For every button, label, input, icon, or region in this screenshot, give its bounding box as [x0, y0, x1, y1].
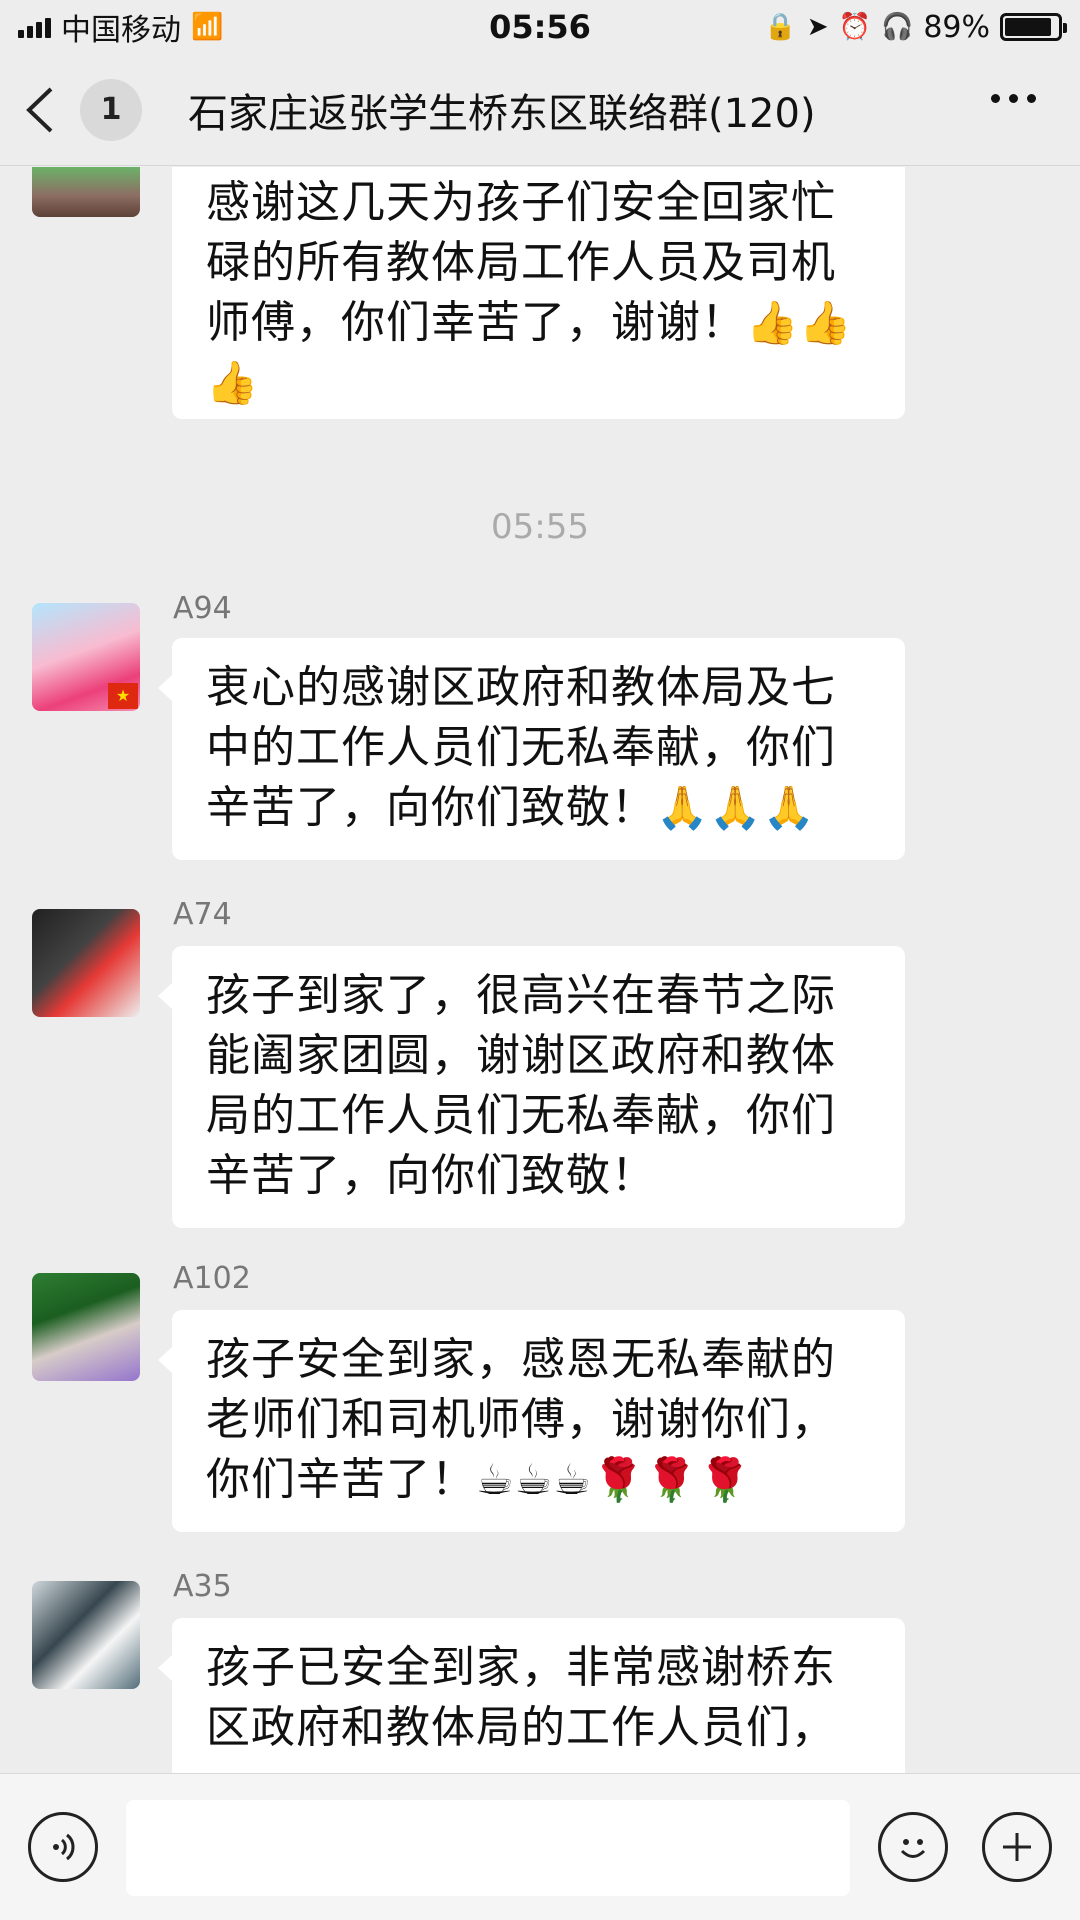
message-text: 孩子到家了，很高兴在春节之际能阖家团圆，谢谢区政府和教体局的工作人员们无私奉献，…	[206, 970, 836, 1201]
more-options-button[interactable]	[991, 94, 1036, 103]
battery-fill	[1005, 18, 1052, 36]
avatar[interactable]	[32, 909, 140, 1017]
folded-hands-icon: 🙏🙏🙏	[656, 783, 816, 832]
dot-icon	[991, 94, 1000, 103]
voice-icon	[53, 1833, 75, 1861]
headphones-icon: 🎧	[880, 12, 914, 42]
coffee-rose-icon: ☕☕☕🌹🌹🌹	[476, 1455, 752, 1504]
chat-header: 1 石家庄返张学生桥东区联络群(120)	[0, 54, 1080, 166]
plus-button[interactable]	[982, 1812, 1052, 1882]
message-bubble[interactable]: 孩子到家了，很高兴在春节之际能阖家团圆，谢谢区政府和教体局的工作人员们无私奉献，…	[158, 946, 905, 1228]
message-bubble[interactable]: 衷心的感谢区政府和教体局及七中的工作人员们无私奉献，你们辛苦了，向你们致敬！🙏🙏…	[158, 638, 905, 860]
battery-icon	[1000, 13, 1067, 41]
sender-name: A94	[173, 591, 232, 626]
carrier-label: 中国移动	[61, 13, 181, 48]
unread-count-badge[interactable]: 1	[80, 78, 142, 141]
message-text: 感谢这几天为孩子们安全回家忙碌的所有教体局工作人员及司机师傅，你们幸苦了，谢谢！	[206, 177, 836, 348]
sender-name: A74	[173, 897, 232, 932]
location-icon: ➤	[806, 12, 829, 42]
sender-name: A102	[173, 1261, 251, 1296]
dot-icon	[1009, 94, 1018, 103]
back-arrow-icon	[26, 87, 53, 132]
flag-icon: ★	[108, 683, 138, 709]
message-bubble[interactable]: 感谢这几天为孩子们安全回家忙碌的所有教体局工作人员及司机师傅，你们幸苦了，谢谢！…	[172, 167, 905, 419]
status-bar: 中国移动 📶 05:56 🔒 ➤ ⏰ 🎧 89%	[0, 0, 1080, 54]
alarm-icon: ⏰	[838, 12, 871, 42]
chat-title: 石家庄返张学生桥东区联络群(120)	[188, 90, 816, 137]
avatar[interactable]	[32, 1581, 140, 1689]
avatar[interactable]: ★	[32, 603, 140, 711]
status-right: 🔒 ➤ ⏰ 🎧 89%	[764, 9, 1067, 45]
message-bubble[interactable]: 孩子安全到家，感恩无私奉献的老师们和司机师傅，谢谢你们，你们辛苦了！☕☕☕🌹🌹🌹	[158, 1310, 905, 1532]
sender-name: A35	[173, 1569, 232, 1604]
dot-icon	[1027, 94, 1036, 103]
avatar[interactable]	[32, 1273, 140, 1381]
wifi-icon: 📶	[191, 12, 224, 42]
plus-icon	[1003, 1833, 1031, 1861]
message-input[interactable]	[126, 1800, 850, 1896]
signal-icon	[18, 16, 51, 38]
message-text: 孩子已安全到家，非常感谢桥东区政府和教体局的工作人员们，	[206, 1642, 836, 1753]
chat-messages[interactable]: 感谢这几天为孩子们安全回家忙碌的所有教体局工作人员及司机师傅，你们幸苦了，谢谢！…	[0, 167, 1080, 1773]
status-left: 中国移动 📶	[18, 5, 223, 49]
avatar[interactable]	[32, 167, 140, 217]
input-bar	[0, 1773, 1080, 1920]
battery-percent: 89%	[923, 9, 990, 45]
orientation-lock-icon: 🔒	[764, 12, 797, 42]
back-button[interactable]	[0, 54, 80, 166]
emoji-button[interactable]	[878, 1812, 948, 1882]
voice-button[interactable]	[28, 1812, 98, 1882]
emoji-icon	[900, 1839, 926, 1858]
time-divider: 05:55	[491, 507, 589, 547]
message-bubble[interactable]: 孩子已安全到家，非常感谢桥东区政府和教体局的工作人员们，	[158, 1618, 905, 1773]
